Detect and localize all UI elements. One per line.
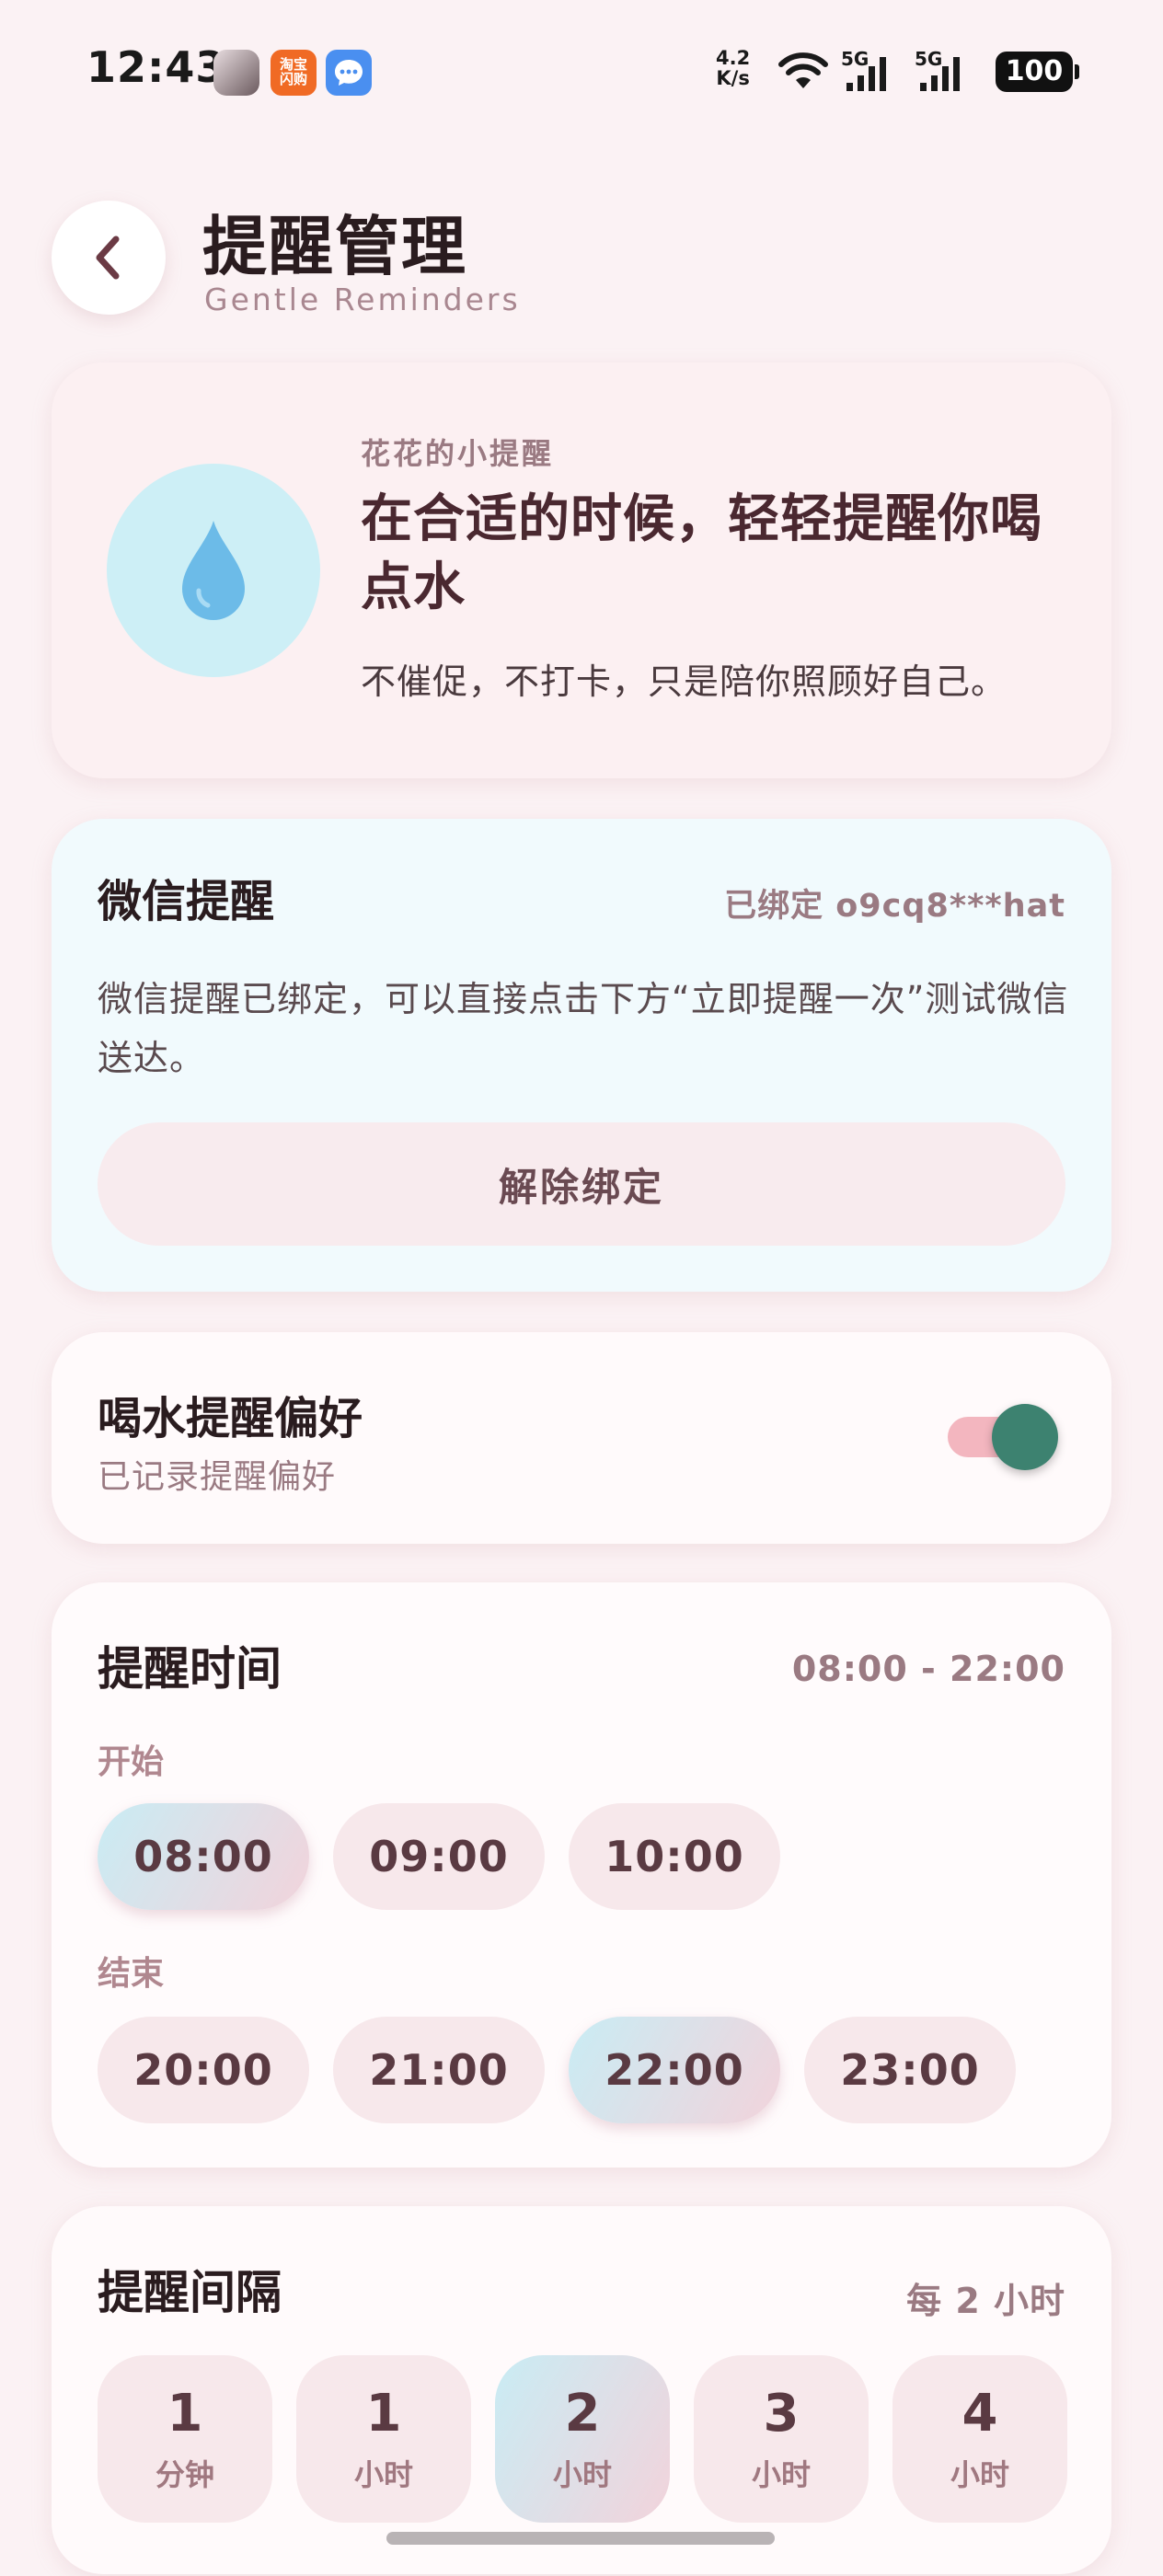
interval-unit: 分钟 (155, 2457, 214, 2492)
start-time-options: 08:00 09:00 10:00 (98, 1803, 780, 1910)
start-time-chip[interactable]: 09:00 (333, 1803, 545, 1910)
interval-unit: 小时 (950, 2457, 1009, 2492)
signal-1-label: 5G (841, 48, 869, 70)
battery-indicator: 100 (996, 52, 1079, 92)
home-indicator[interactable] (386, 2532, 775, 2545)
start-time-chip[interactable]: 10:00 (569, 1803, 780, 1910)
start-time-chip[interactable]: 08:00 (98, 1803, 309, 1910)
wechat-title: 微信提醒 (98, 876, 275, 927)
interval-option[interactable]: 3 小时 (694, 2355, 869, 2523)
interval-option[interactable]: 1 小时 (296, 2355, 471, 2523)
interval-unit: 小时 (751, 2457, 811, 2492)
interval-number: 1 (365, 2384, 402, 2444)
interval-unit: 小时 (353, 2457, 413, 2492)
end-time-chip[interactable]: 20:00 (98, 2017, 309, 2123)
end-time-chip[interactable]: 21:00 (333, 2017, 545, 2123)
unbind-button[interactable]: 解除绑定 (98, 1122, 1065, 1246)
hero-icon-circle (107, 464, 320, 677)
page-title: 提醒管理 (202, 209, 467, 284)
reminder-time-card: 提醒时间 08:00 - 22:00 开始 08:00 09:00 10:00 … (52, 1582, 1111, 2168)
end-time-options: 20:00 21:00 22:00 23:00 (98, 2017, 1016, 2123)
wechat-description: 微信提醒已绑定，可以直接点击下方“立即提醒一次”测试微信送达。 (98, 979, 1069, 1078)
hero-title: 在合适的时候，轻轻提醒你喝点水 (361, 489, 1042, 617)
end-time-chip[interactable]: 23:00 (804, 2017, 1016, 2123)
end-time-chip[interactable]: 22:00 (569, 2017, 780, 2123)
avatar-app-icon (213, 50, 259, 96)
status-bar: 12:43 淘宝 闪购 4.2 K/s 5G 5G 100 (0, 0, 1163, 147)
status-time: 12:43 (86, 42, 226, 92)
interval-option[interactable]: 1 分钟 (98, 2355, 272, 2523)
reminder-time-range: 08:00 - 22:00 (791, 1649, 1065, 1689)
interval-number: 2 (564, 2384, 601, 2444)
reminder-interval-summary: 每 2 小时 (906, 2281, 1065, 2321)
interval-number: 1 (167, 2384, 203, 2444)
signal-2-label: 5G (915, 48, 943, 70)
reminder-interval-title: 提醒间隔 (98, 2266, 282, 2319)
interval-number: 4 (961, 2384, 998, 2444)
hero-kicker: 花花的小提醒 (361, 436, 555, 471)
hero-description: 不催促，不打卡，只是陪你照顾好自己。 (361, 661, 1008, 702)
drink-preference-card: 喝水提醒偏好 已记录提醒偏好 (52, 1332, 1111, 1544)
hero-card: 花花的小提醒 在合适的时候，轻轻提醒你喝点水 不催促，不打卡，只是陪你照顾好自己… (52, 362, 1111, 778)
interval-unit: 小时 (552, 2457, 612, 2492)
wechat-reminder-card: 微信提醒 已绑定 o9cq8***hat 微信提醒已绑定，可以直接点击下方“立即… (52, 819, 1111, 1292)
wifi-icon (778, 52, 828, 88)
interval-option[interactable]: 4 小时 (892, 2355, 1067, 2523)
reminder-time-title: 提醒时间 (98, 1642, 282, 1696)
water-drop-icon (182, 521, 245, 620)
message-icon (326, 50, 372, 96)
chevron-left-icon (96, 236, 120, 280)
preference-subtitle: 已记录提醒偏好 (98, 1458, 337, 1496)
interval-option[interactable]: 2 小时 (495, 2355, 670, 2523)
wechat-bound-status: 已绑定 o9cq8***hat (724, 888, 1065, 925)
signal-icon-1: 5G (841, 48, 905, 98)
back-button[interactable] (52, 201, 166, 315)
interval-number: 3 (763, 2384, 800, 2444)
start-label: 开始 (98, 1743, 165, 1781)
taobao-shangou-icon: 淘宝 闪购 (271, 50, 317, 96)
reminder-interval-card: 提醒间隔 每 2 小时 1 分钟 1 小时 2 小时 3 小时 4 小时 (52, 2206, 1111, 2574)
network-speed: 4.2 K/s (716, 48, 750, 88)
signal-icon-2: 5G (915, 48, 979, 98)
page-subtitle: Gentle Reminders (204, 282, 521, 317)
preference-title: 喝水提醒偏好 (98, 1393, 363, 1444)
end-label: 结束 (98, 1955, 165, 1993)
network-speed-value: 4.2 (716, 47, 751, 69)
taobao-icon-label: 淘宝 闪购 (279, 56, 307, 87)
network-speed-unit: K/s (716, 67, 750, 89)
toggle-knob[interactable] (992, 1404, 1058, 1470)
interval-options: 1 分钟 1 小时 2 小时 3 小时 4 小时 (98, 2355, 1067, 2523)
